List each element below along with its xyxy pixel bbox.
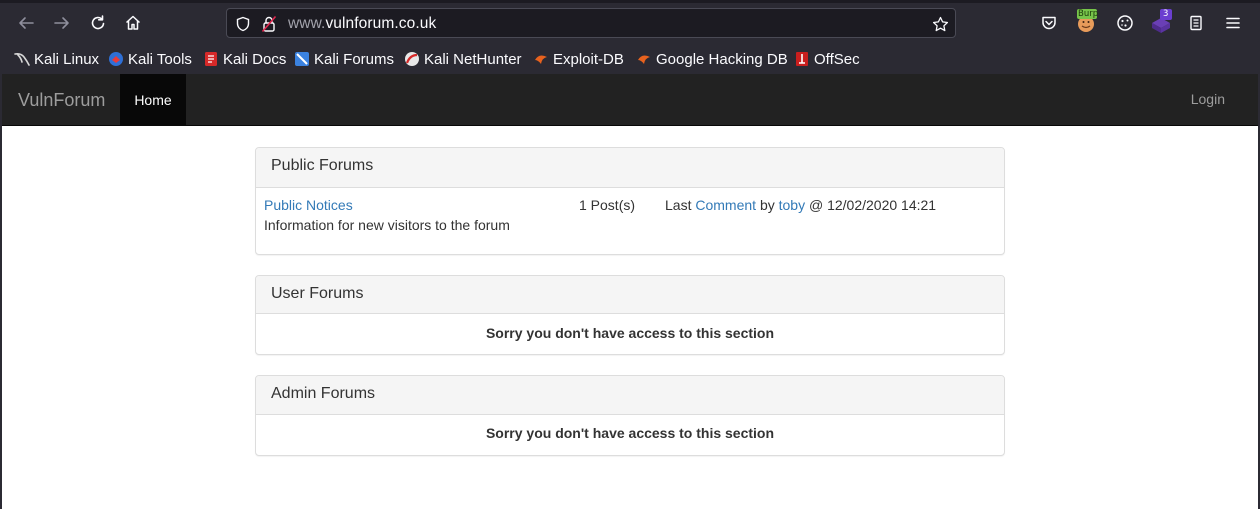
- forum-link[interactable]: Public Notices: [264, 197, 353, 213]
- hamburger-menu-icon[interactable]: [1221, 11, 1245, 35]
- user-forums-panel: User Forums Sorry you don't have access …: [255, 275, 1005, 355]
- url-domain: vulnforum.co.uk: [325, 15, 437, 32]
- nav-home[interactable]: Home: [120, 74, 186, 125]
- cookie-extension-icon[interactable]: [1113, 11, 1137, 35]
- post-count: 1 Post(s): [579, 197, 636, 213]
- kali-forums-icon: [294, 51, 310, 67]
- offsec-icon: [794, 51, 810, 67]
- reader-icon[interactable]: [1184, 11, 1208, 35]
- bookmark-label: Kali Forums: [314, 50, 395, 68]
- reload-icon[interactable]: [86, 11, 110, 35]
- panel-title: Admin Forums: [271, 385, 376, 402]
- bookmark-label: Kali Linux: [34, 50, 100, 68]
- bookmark-kali-tools[interactable]: Kali Tools: [108, 49, 192, 69]
- public-forums-panel: Public Forums Public Notices Information…: [255, 147, 1005, 255]
- panel-title: Public Forums: [271, 157, 374, 174]
- site-navbar: VulnForum Home Login: [2, 74, 1258, 126]
- extension-icon[interactable]: 3: [1149, 8, 1175, 36]
- bookmark-label: Kali Tools: [128, 50, 192, 68]
- bookmark-label: Google Hacking DB: [656, 50, 788, 68]
- kali-dragon-icon: [14, 51, 30, 67]
- browser-toolbar: www.vulnforum.co.uk Burp 3: [0, 0, 1260, 43]
- home-icon[interactable]: [121, 11, 145, 35]
- star-icon[interactable]: [931, 15, 949, 33]
- last-prefix: Last: [665, 197, 692, 213]
- url-text[interactable]: www.vulnforum.co.uk: [288, 15, 436, 33]
- bookmark-label: Kali Docs: [223, 50, 287, 68]
- bookmark-google-hacking-db[interactable]: Google Hacking DB: [636, 49, 788, 69]
- panel-heading: Admin Forums: [256, 376, 1004, 415]
- insecure-lock-icon[interactable]: [260, 15, 278, 33]
- panel-heading: User Forums: [256, 276, 1004, 314]
- url-bar[interactable]: www.vulnforum.co.uk: [226, 8, 956, 38]
- panel-heading: Public Forums: [256, 148, 1004, 188]
- bookmark-exploit-db[interactable]: Exploit-DB: [533, 49, 624, 69]
- extension-badge: 3: [1163, 9, 1169, 19]
- window-frame-left: [0, 74, 2, 509]
- forward-arrow-icon[interactable]: [50, 11, 74, 35]
- panel-body: Sorry you don't have access to this sect…: [256, 314, 1004, 354]
- last-comment-info: Last Comment by toby @ 12/02/2020 14:21: [665, 197, 936, 213]
- author-link[interactable]: toby: [779, 197, 805, 213]
- bookmark-kali-linux[interactable]: Kali Linux: [14, 49, 99, 69]
- tracking-protection-shield-icon[interactable]: [234, 15, 252, 33]
- last-comment-link[interactable]: Comment: [695, 197, 756, 213]
- panel-title: User Forums: [271, 285, 364, 302]
- ghdb-icon: [636, 51, 652, 67]
- exploit-db-icon: [533, 51, 549, 67]
- admin-forums-panel: Admin Forums Sorry you don't have access…: [255, 375, 1005, 456]
- forum-description: Information for new visitors to the foru…: [264, 217, 510, 233]
- comment-timestamp: @ 12/02/2020 14:21: [808, 197, 937, 213]
- burp-extension-icon[interactable]: Burp: [1074, 8, 1100, 36]
- panel-body: Sorry you don't have access to this sect…: [256, 415, 1004, 455]
- url-prefix: www.: [288, 15, 326, 32]
- pocket-icon[interactable]: [1037, 11, 1061, 35]
- bookmark-kali-docs[interactable]: Kali Docs: [203, 49, 286, 69]
- access-denied-message: Sorry you don't have access to this sect…: [485, 325, 775, 341]
- nav-login[interactable]: Login: [1191, 91, 1225, 107]
- access-denied-message: Sorry you don't have access to this sect…: [485, 425, 775, 441]
- back-arrow-icon[interactable]: [14, 11, 38, 35]
- bookmark-offsec[interactable]: OffSec: [794, 49, 860, 69]
- forum-row: Public Notices Information for new visit…: [256, 188, 1004, 254]
- site-brand[interactable]: VulnForum: [18, 90, 105, 111]
- burp-badge: Burp: [1078, 9, 1099, 19]
- kali-docs-icon: [203, 51, 219, 67]
- by-label: by: [759, 197, 775, 213]
- bookmarks-toolbar: Kali Linux Kali Tools Kali Docs Kali For…: [0, 43, 1260, 74]
- kali-tools-icon: [108, 51, 124, 67]
- page-content: VulnForum Home Login Public Forums Publi…: [0, 74, 1260, 509]
- bookmark-kali-forums[interactable]: Kali Forums: [294, 49, 394, 69]
- bookmark-label: OffSec: [814, 50, 860, 68]
- bookmark-label: Kali NetHunter: [424, 50, 522, 68]
- window-top-edge: [0, 0, 1260, 3]
- bookmark-label: Exploit-DB: [553, 50, 624, 68]
- nethunter-icon: [404, 51, 420, 67]
- bookmark-kali-nethunter[interactable]: Kali NetHunter: [404, 49, 522, 69]
